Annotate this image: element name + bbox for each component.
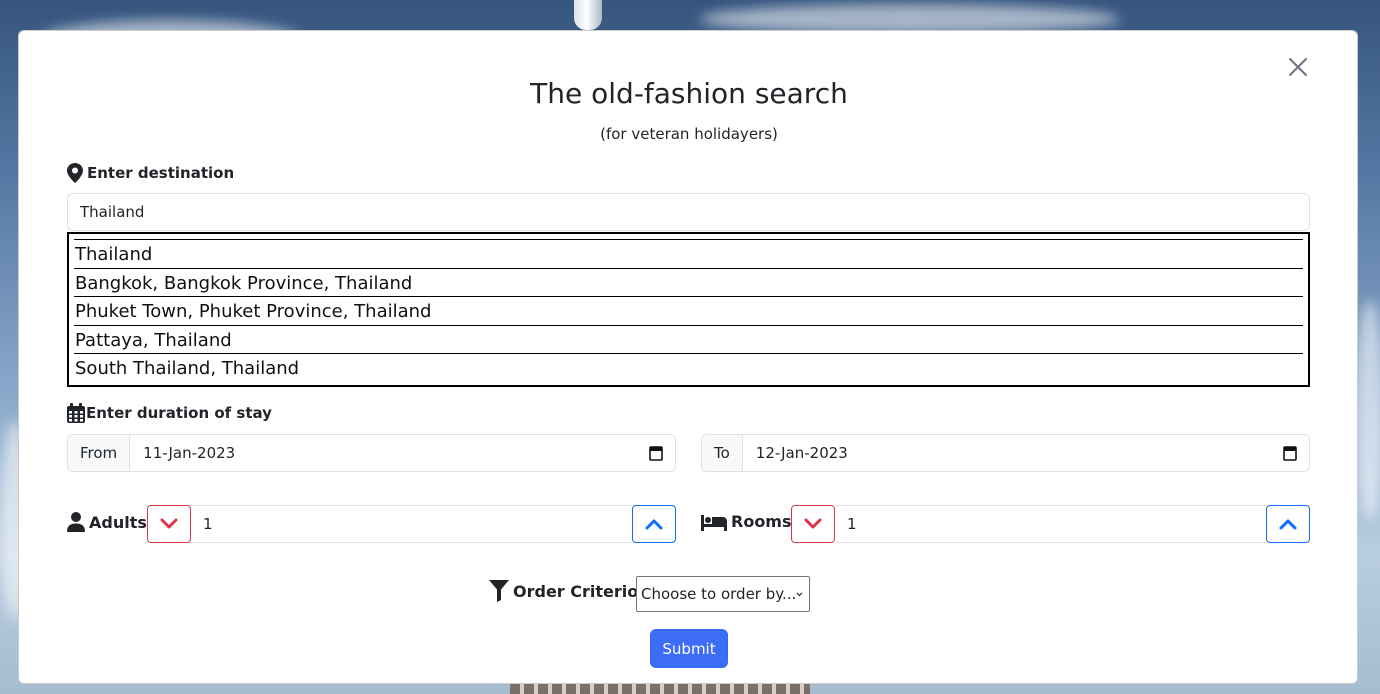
calendar-picker-icon[interactable] [1283, 445, 1297, 461]
rooms-decrease-button[interactable] [791, 505, 835, 543]
close-icon [1289, 58, 1307, 76]
from-label: From [68, 435, 131, 471]
suggestion-item[interactable]: Bangkok, Bangkok Province, Thailand [74, 267, 1303, 297]
chevron-down-icon [804, 518, 822, 529]
adults-count-value: 1 [203, 515, 213, 533]
map-pin-icon [67, 163, 83, 183]
close-button[interactable] [1286, 55, 1310, 79]
to-date-group: To 12-Jan-2023 [701, 434, 1310, 472]
destination-suggestions: Thailand Bangkok, Bangkok Province, Thai… [67, 232, 1310, 387]
rooms-count-input[interactable]: 1 [835, 505, 1266, 543]
chevron-up-icon [1279, 519, 1297, 530]
search-modal: The old-fashion search (for veteran holi… [18, 30, 1358, 684]
user-icon [67, 512, 85, 532]
from-date-group: From 11-Jan-2023 [67, 434, 676, 472]
modal-title: The old-fashion search [530, 77, 848, 110]
adults-increase-button[interactable] [632, 505, 676, 543]
to-label: To [702, 435, 743, 471]
duration-label-text: Enter duration of stay [86, 404, 272, 422]
adults-count-input[interactable]: 1 [191, 505, 632, 543]
background-tower [574, 0, 602, 30]
rooms-increase-button[interactable] [1266, 505, 1310, 543]
bed-icon [701, 514, 727, 531]
duration-label: Enter duration of stay [67, 403, 272, 423]
suggestion-item[interactable]: South Thailand, Thailand [74, 353, 1303, 382]
from-date-value: 11-Jan-2023 [143, 444, 236, 462]
rooms-label: Rooms - [701, 512, 804, 531]
destination-label-text: Enter destination [87, 164, 235, 182]
chevron-up-icon [645, 519, 663, 530]
calendar-picker-icon[interactable] [649, 445, 663, 461]
background-cloud [1355, 300, 1380, 520]
suggestion-item[interactable]: Phuket Town, Phuket Province, Thailand [74, 296, 1303, 325]
to-date-value: 12-Jan-2023 [755, 444, 848, 462]
modal-subtitle: (for veteran holidayers) [600, 125, 778, 143]
chevron-down-icon [796, 591, 803, 596]
adults-label: Adults - [67, 512, 159, 532]
to-date-input[interactable]: 12-Jan-2023 [743, 435, 1309, 471]
adults-decrease-button[interactable] [147, 505, 191, 543]
order-criterion-select[interactable]: Choose to order by... [636, 576, 810, 612]
suggestion-item[interactable]: Thailand [74, 239, 1303, 268]
from-date-input[interactable]: 11-Jan-2023 [130, 435, 675, 471]
suggestion-item[interactable]: Pattaya, Thailand [74, 324, 1303, 354]
filter-icon [489, 580, 509, 602]
destination-input[interactable] [67, 193, 1310, 231]
destination-label: Enter destination [67, 163, 234, 183]
submit-button[interactable]: Submit [650, 629, 728, 668]
chevron-down-icon [160, 518, 178, 529]
order-criterion-selected: Choose to order by... [641, 585, 797, 603]
rooms-count-value: 1 [847, 515, 857, 533]
calendar-icon [67, 403, 85, 423]
